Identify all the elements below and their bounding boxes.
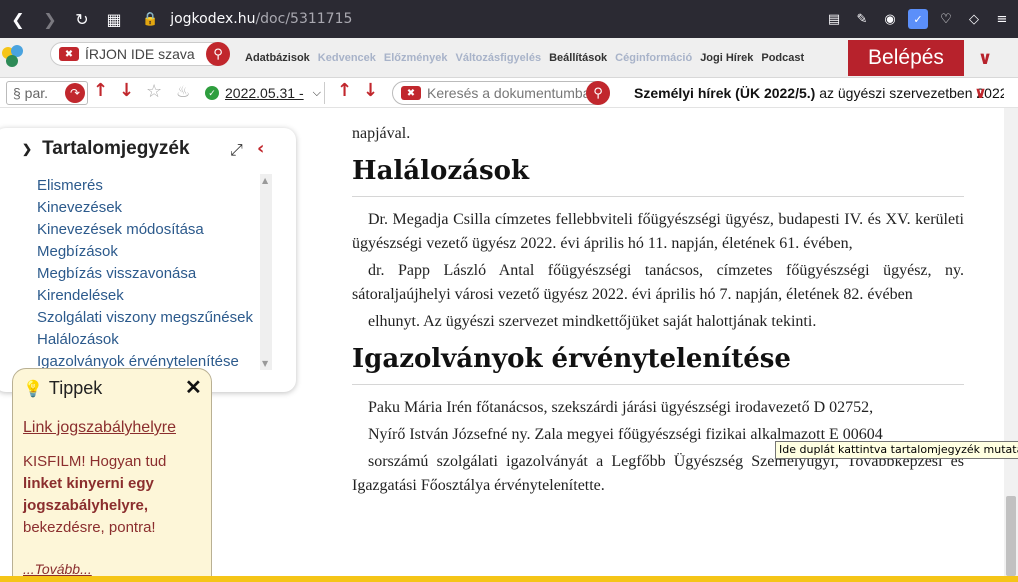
next-version-icon[interactable]: ↓ (363, 80, 378, 101)
tooltip: Ide duplát kattintva tartalomjegyzék mut… (775, 441, 1018, 459)
edit-icon[interactable]: ✎ (852, 9, 872, 29)
paragraph: Dr. Megadja Csilla címzetes fellebbvitel… (352, 211, 964, 252)
url-host: jogkodex.hu (170, 11, 256, 27)
document-content: napjával. Halálozások Dr. Megadja Csilla… (352, 108, 964, 498)
menu-item-elozmenyek[interactable]: Előzmények (384, 52, 448, 64)
lock-icon: 🔒 (142, 11, 159, 27)
toc-item[interactable]: Szolgálati viszony megszűnések (37, 307, 259, 329)
paragraph-input[interactable]: § par. (13, 85, 48, 101)
go-icon[interactable]: ↷ (65, 83, 85, 103)
menu-icon[interactable]: ≡ (992, 9, 1012, 29)
toc-item[interactable]: Kirendelések (37, 285, 259, 307)
url-path: /doc/5311715 (255, 11, 353, 27)
chevron-down-icon[interactable]: ❯ (22, 142, 32, 156)
chevron-down-icon[interactable]: ∨ (974, 83, 987, 102)
divider (352, 384, 964, 385)
paragraph: dr. Papp László Antal főügyészségi tanác… (352, 262, 964, 303)
menu-item-jogi-hirek[interactable]: Jogi Hírek (700, 52, 753, 64)
check-icon: ✓ (205, 86, 219, 100)
arrow-up-icon[interactable]: ↑ (93, 80, 108, 101)
camera-icon[interactable]: ◉ (880, 9, 900, 29)
tips-link[interactable]: Link jogszabályhelyre (23, 419, 176, 437)
toc-item[interactable]: Elismerés (37, 175, 259, 197)
site-search-input[interactable] (85, 46, 195, 62)
shield-icon[interactable]: ✓ (908, 9, 928, 29)
toc-item[interactable]: Kinevezések módosítása (37, 219, 259, 241)
document-title-bold: Személyi hírek (ÜK 2022/5.) (634, 85, 816, 101)
reload-icon[interactable]: ↻ (68, 5, 96, 33)
close-icon[interactable]: ✕ (185, 375, 202, 400)
menu-item-podcast[interactable]: Podcast (761, 52, 804, 64)
version-date-select[interactable]: ✓ 2022.05.31 - ⌵ (205, 82, 325, 104)
forward-icon[interactable]: ❯ (36, 5, 64, 33)
tips-text-bold: linket kinyerni egy jogszabályhelyre, (23, 475, 154, 514)
scroll-down-icon[interactable]: ▼ (262, 359, 268, 368)
tips-title: Tippek (48, 378, 103, 398)
menu-item-ceginformacio[interactable]: Céginformáció (615, 52, 692, 64)
paragraph: Paku Mária Irén főtanácsos, szekszárdi j… (368, 399, 874, 416)
document-search[interactable]: ✖ ⚲ (392, 81, 610, 105)
search-icon[interactable]: ⚲ (586, 81, 610, 105)
site-search[interactable]: ✖ ⚲ (50, 42, 230, 66)
scroll-up-icon[interactable]: ▲ (262, 176, 268, 185)
top-menu: Adatbázisok Kedvencek Előzmények Változá… (245, 52, 804, 64)
tips-text-1: KISFILM! Hogyan tud (23, 453, 167, 470)
menu-item-adatbazisok[interactable]: Adatbázisok (245, 52, 310, 64)
heart-icon[interactable]: ♡ (936, 9, 956, 29)
menu-item-valtozasfigyeles[interactable]: Változásfigyelés (455, 52, 541, 64)
back-icon[interactable]: ❮ (4, 5, 32, 33)
tips-text: KISFILM! Hogyan tud linket kinyerni egy … (23, 451, 203, 539)
search-icon[interactable]: ⚲ (206, 42, 230, 66)
document-toolbar: § par. ↷ ↑ ↓ ☆ ♨ ✓ 2022.05.31 - ⌵ ↑ ↓ ✖ … (0, 78, 1018, 108)
address-bar[interactable]: 🔒 jogkodex.hu/doc/5311715 (142, 11, 352, 27)
toc-title: Tartalomjegyzék (42, 138, 190, 159)
star-icon[interactable]: ☆ (146, 81, 162, 102)
section-heading-halalozasok: Halálozások (352, 156, 529, 186)
paragraph-jump[interactable]: § par. ↷ (6, 81, 88, 105)
toc-item[interactable]: Megbízások (37, 241, 259, 263)
lightbulb-icon: 💡 (23, 380, 43, 398)
tips-text-2: bekezdésre, pontra! (23, 519, 156, 536)
extension-icon[interactable]: ◇ (964, 9, 984, 29)
bell-icon[interactable]: ♨ (176, 82, 190, 101)
section-heading-igazolvanyok: Igazolványok érvénytelenítése (352, 344, 791, 374)
bottom-strip (0, 576, 1018, 582)
prev-version-icon[interactable]: ↑ (337, 80, 352, 101)
clear-doc-search-icon[interactable]: ✖ (401, 86, 421, 100)
toc-list: Elismerés Kinevezések Kinevezések módosí… (37, 175, 259, 373)
arrow-down-icon[interactable]: ↓ (119, 80, 134, 101)
site-header: ✖ ⚲ Adatbázisok Kedvencek Előzmények Vál… (0, 38, 1018, 78)
toc-item[interactable]: Megbízás visszavonása (37, 263, 259, 285)
login-button[interactable]: Belépés (848, 40, 964, 76)
divider (352, 196, 964, 197)
paragraph: napjával. (352, 125, 411, 142)
chevron-down-icon: ⌵ (312, 86, 321, 99)
chevron-left-icon[interactable]: ‹ (257, 138, 264, 159)
reader-icon[interactable]: ▤ (824, 9, 844, 29)
toc-item[interactable]: Kinevezések (37, 197, 259, 219)
page-scrollbar[interactable] (1004, 108, 1018, 582)
toc-panel: ❯ Tartalomjegyzék ⤢ ‹ Elismerés Kinevezé… (0, 128, 296, 392)
tips-panel: 💡 Tippek ✕ Link jogszabályhelyre KISFILM… (12, 368, 212, 582)
toc-header[interactable]: ❯ Tartalomjegyzék (22, 138, 190, 160)
tips-more-link[interactable]: ...Tovább... (23, 561, 92, 577)
tips-header: 💡 Tippek (23, 378, 102, 399)
document-title: Személyi hírek (ÜK 2022/5.) az ügyészi s… (634, 85, 1004, 101)
menu-item-kedvencek[interactable]: Kedvencek (318, 52, 376, 64)
expand-icon[interactable]: ⤢ (230, 140, 243, 160)
clear-search-icon[interactable]: ✖ (59, 47, 79, 61)
document-search-input[interactable] (427, 85, 587, 101)
version-date: 2022.05.31 - (225, 85, 304, 101)
browser-toolbar: ❮ ❯ ↻ ▦ 🔒 jogkodex.hu/doc/5311715 ▤ ✎ ◉ … (0, 0, 1018, 38)
site-logo[interactable] (2, 45, 26, 69)
grid-icon[interactable]: ▦ (100, 5, 128, 33)
menu-item-beallitasok[interactable]: Beállítások (549, 52, 607, 64)
scroll-thumb[interactable] (1006, 496, 1016, 576)
toc-item[interactable]: Halálozások (37, 329, 259, 351)
chevron-down-icon[interactable]: ∨ (968, 46, 1002, 70)
paragraph: elhunyt. Az ügyészi szervezet mindkettőj… (368, 313, 817, 330)
toc-scrollbar[interactable]: ▲ ▼ (260, 174, 272, 370)
